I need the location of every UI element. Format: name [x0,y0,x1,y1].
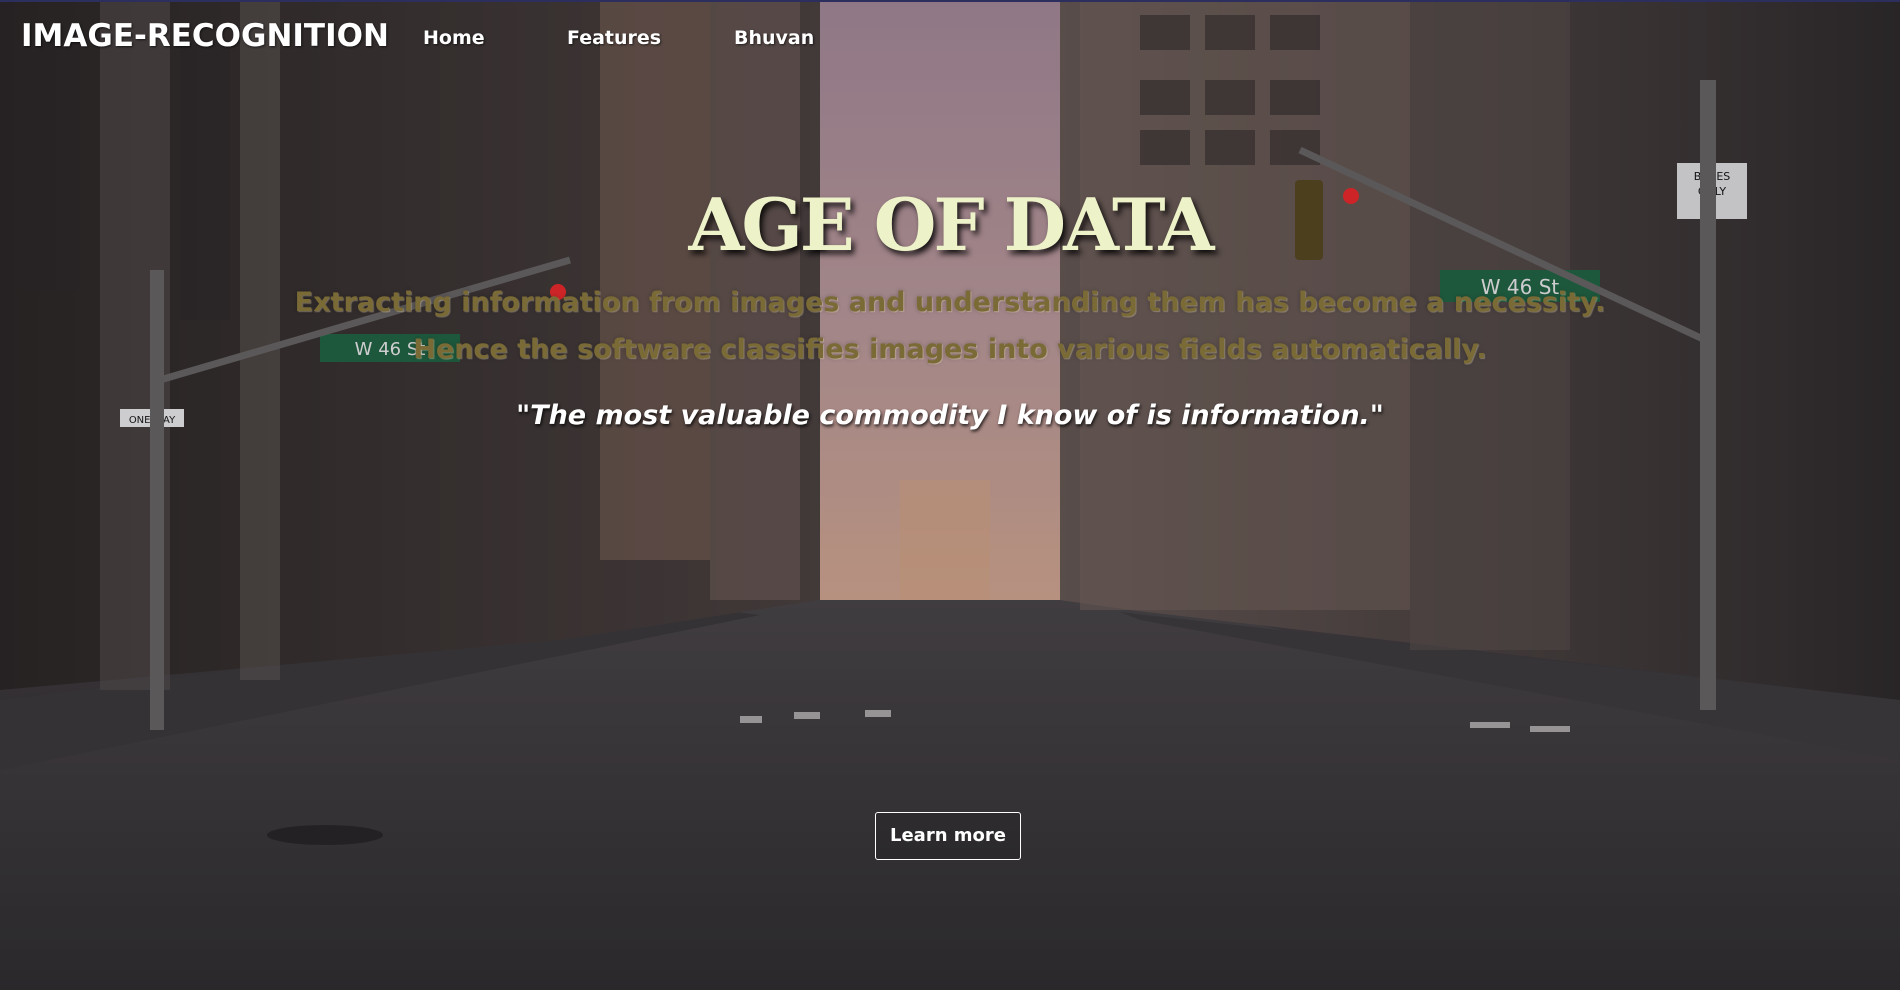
nav-link-home[interactable]: Home [423,27,485,49]
hero-subtitle-line-1: Extracting information from images and u… [294,287,1606,318]
hero-title: AGE OF DATA [688,182,1214,267]
nav-link-features[interactable]: Features [567,27,661,49]
hero-quote: "The most valuable commodity I know of i… [516,400,1384,431]
hero-subtitle-line-2: Hence the software classifies images int… [413,334,1487,365]
hero-section: W 46 St W 46 St ONE WAY BUSES ONLY IMAGE… [0,0,1900,990]
top-navbar: IMAGE-RECOGNITION Home Features Bhuvan [0,0,1900,80]
learn-more-button[interactable]: Learn more [875,812,1021,860]
brand-logo[interactable]: IMAGE-RECOGNITION [21,18,389,54]
nav-link-bhuvan[interactable]: Bhuvan [734,27,814,49]
